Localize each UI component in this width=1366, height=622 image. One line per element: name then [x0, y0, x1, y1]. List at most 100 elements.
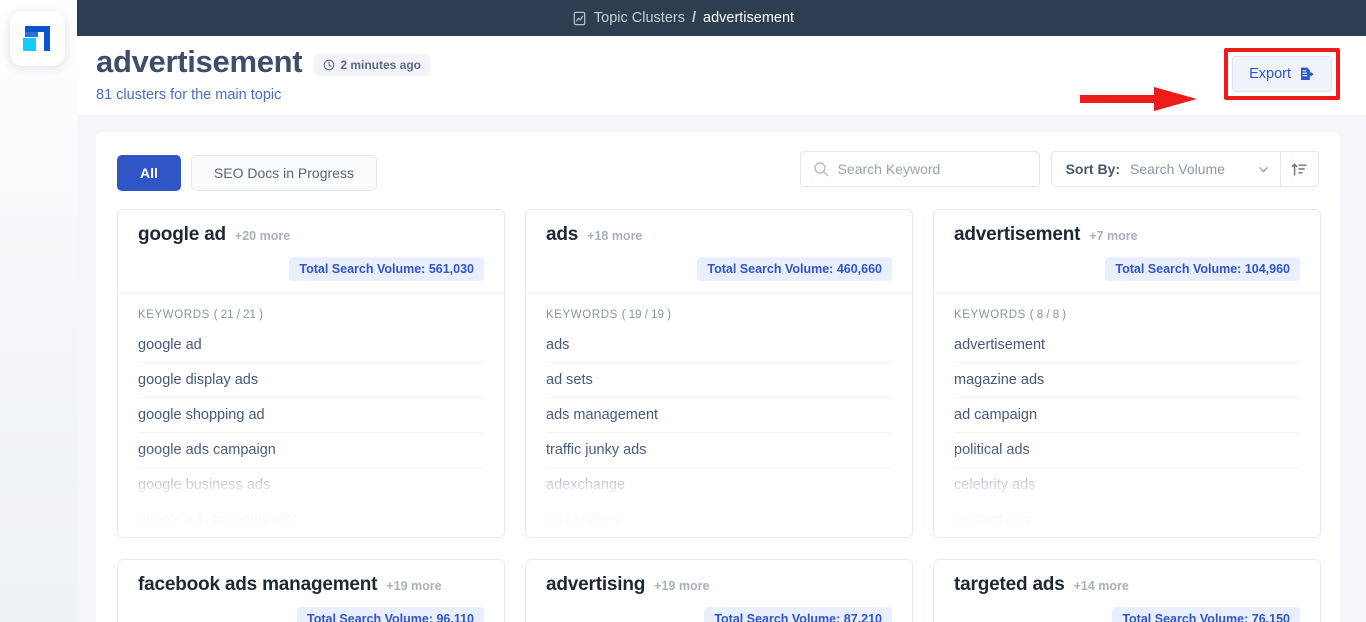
keyword-item[interactable]: google display ads: [138, 363, 484, 398]
keywords-label: KEYWORDS: [138, 309, 210, 321]
cluster-card[interactable]: google ad +20 more Total Search Volume: …: [117, 209, 505, 538]
page-header: advertisement 2 minutes ago 81 clusters …: [77, 36, 1366, 115]
document-chart-icon: [572, 11, 587, 26]
card-title-line: advertisement +7 more: [954, 224, 1300, 246]
export-button[interactable]: Export: [1232, 56, 1332, 92]
sort-control-group: Sort By: Search Volume: [1051, 151, 1319, 187]
card-title: targeted ads: [954, 574, 1065, 596]
keyword-item[interactable]: advertisement: [954, 328, 1300, 363]
keywords-count: ( 21 / 21 ): [214, 309, 263, 321]
keyword-item[interactable]: celebrity ads: [954, 468, 1300, 503]
keywords-count: ( 19 / 19 ): [622, 309, 671, 321]
export-button-label: Export: [1249, 66, 1291, 82]
updated-time-text: 2 minutes ago: [340, 58, 421, 72]
keyword-item[interactable]: google shopping ad: [138, 398, 484, 433]
keyword-item[interactable]: product ads: [954, 503, 1300, 537]
filter-tabs: All SEO Docs in Progress: [117, 155, 377, 191]
page-subtitle: 81 clusters for the main topic: [96, 87, 281, 103]
card-header: facebook ads management +19 more Total S…: [118, 560, 504, 622]
total-search-volume-badge: Total Search Volume: 561,030: [289, 257, 484, 281]
card-body: KEYWORDS ( 8 / 8 ) advertisement magazin…: [934, 294, 1320, 537]
total-search-volume-badge: Total Search Volume: 76,150: [1112, 607, 1300, 622]
card-header: advertising +19 more Total Search Volume…: [526, 560, 912, 622]
export-highlight-box: Export: [1224, 48, 1340, 100]
tab-seo-docs-in-progress[interactable]: SEO Docs in Progress: [191, 155, 377, 191]
search-input[interactable]: [838, 161, 1027, 177]
card-header: advertisement +7 more Total Search Volum…: [934, 210, 1320, 294]
card-title-line: google ad +20 more: [138, 224, 484, 246]
card-more-count[interactable]: +19 more: [386, 579, 441, 593]
card-more-count[interactable]: +14 more: [1074, 579, 1129, 593]
total-search-volume-badge: Total Search Volume: 460,660: [697, 257, 892, 281]
card-title-line: ads +18 more: [546, 224, 892, 246]
tab-all[interactable]: All: [117, 155, 181, 191]
content-area: All SEO Docs in Progress: [77, 115, 1366, 622]
cluster-card[interactable]: facebook ads management +19 more Total S…: [117, 559, 505, 622]
keyword-item[interactable]: ads: [546, 328, 892, 363]
keyword-item[interactable]: traffic junky ads: [546, 433, 892, 468]
card-more-count[interactable]: +19 more: [654, 579, 709, 593]
card-volume-row: Total Search Volume: 87,210: [546, 607, 892, 622]
card-header: google ad +20 more Total Search Volume: …: [118, 210, 504, 294]
keyword-item[interactable]: political ads: [954, 433, 1300, 468]
card-more-count[interactable]: +18 more: [587, 229, 642, 243]
keyword-item[interactable]: ad campaign: [954, 398, 1300, 433]
search-icon: [813, 161, 829, 177]
card-title: facebook ads management: [138, 574, 377, 596]
keyword-item[interactable]: ads management: [546, 398, 892, 433]
total-search-volume-badge: Total Search Volume: 96,110: [297, 607, 484, 622]
card-more-count[interactable]: +20 more: [235, 229, 290, 243]
chevron-down-icon: [1257, 163, 1270, 176]
cluster-card[interactable]: advertising +19 more Total Search Volume…: [525, 559, 913, 622]
card-title: advertising: [546, 574, 645, 596]
keywords-label: KEYWORDS: [546, 309, 618, 321]
total-search-volume-badge: Total Search Volume: 87,210: [704, 607, 892, 622]
card-header: ads +18 more Total Search Volume: 460,66…: [526, 210, 912, 294]
linkgraph-logo-icon: [23, 24, 52, 53]
red-arrow-annotation: [1080, 86, 1198, 112]
card-body: KEYWORDS ( 19 / 19 ) ads ad sets ads man…: [526, 294, 912, 537]
cluster-card[interactable]: advertisement +7 more Total Search Volum…: [933, 209, 1321, 538]
keyword-item[interactable]: google business ads: [138, 468, 484, 503]
card-volume-row: Total Search Volume: 76,150: [954, 607, 1300, 622]
keyword-item[interactable]: google ads campaign: [138, 433, 484, 468]
keyword-item[interactable]: google ad: [138, 328, 484, 363]
sort-value: Search Volume: [1130, 161, 1225, 177]
card-title-line: facebook ads management +19 more: [138, 574, 484, 596]
keywords-count: ( 8 / 8 ): [1030, 309, 1066, 321]
clusters-panel: All SEO Docs in Progress: [96, 132, 1340, 622]
file-export-icon: [1299, 66, 1315, 82]
sidebar-rail: [0, 0, 77, 622]
card-title-line: targeted ads +14 more: [954, 574, 1300, 596]
keyword-item[interactable]: magazine ads: [954, 363, 1300, 398]
sort-direction-button[interactable]: [1280, 152, 1318, 186]
card-volume-row: Total Search Volume: 561,030: [138, 257, 484, 281]
updated-time-badge: 2 minutes ago: [314, 54, 430, 76]
cluster-card[interactable]: targeted ads +14 more Total Search Volum…: [933, 559, 1321, 622]
page-title: advertisement: [96, 44, 302, 80]
keyword-item[interactable]: ad sets: [546, 363, 892, 398]
export-area: Export: [1224, 48, 1340, 100]
card-volume-row: Total Search Volume: 96,110: [138, 607, 484, 622]
breadcrumb-current: advertisement: [703, 10, 794, 26]
cluster-card[interactable]: ads +18 more Total Search Volume: 460,66…: [525, 209, 913, 538]
sort-select[interactable]: Sort By: Search Volume: [1052, 152, 1280, 186]
card-volume-row: Total Search Volume: 104,960: [954, 257, 1300, 281]
clock-icon: [323, 59, 335, 71]
app-root: Topic Clusters / advertisement advertise…: [0, 0, 1366, 622]
top-bar: Topic Clusters / advertisement: [0, 0, 1366, 36]
card-body: KEYWORDS ( 21 / 21 ) google ad google di…: [118, 294, 504, 537]
card-more-count[interactable]: +7 more: [1089, 229, 1137, 243]
card-header: targeted ads +14 more Total Search Volum…: [934, 560, 1320, 622]
card-volume-row: Total Search Volume: 460,660: [546, 257, 892, 281]
card-title-line: advertising +19 more: [546, 574, 892, 596]
search-box[interactable]: [800, 151, 1040, 187]
keyword-item[interactable]: adexchange: [546, 468, 892, 503]
app-logo[interactable]: [10, 11, 65, 66]
keyword-item[interactable]: google ads for nonprofits: [138, 503, 484, 537]
breadcrumb-parent[interactable]: Topic Clusters: [594, 10, 685, 26]
keyword-item[interactable]: ad services: [546, 503, 892, 537]
toolbar-controls: Sort By: Search Volume: [800, 151, 1319, 187]
cluster-card-grid: google ad +20 more Total Search Volume: …: [117, 209, 1319, 622]
breadcrumb: Topic Clusters / advertisement: [572, 10, 794, 26]
